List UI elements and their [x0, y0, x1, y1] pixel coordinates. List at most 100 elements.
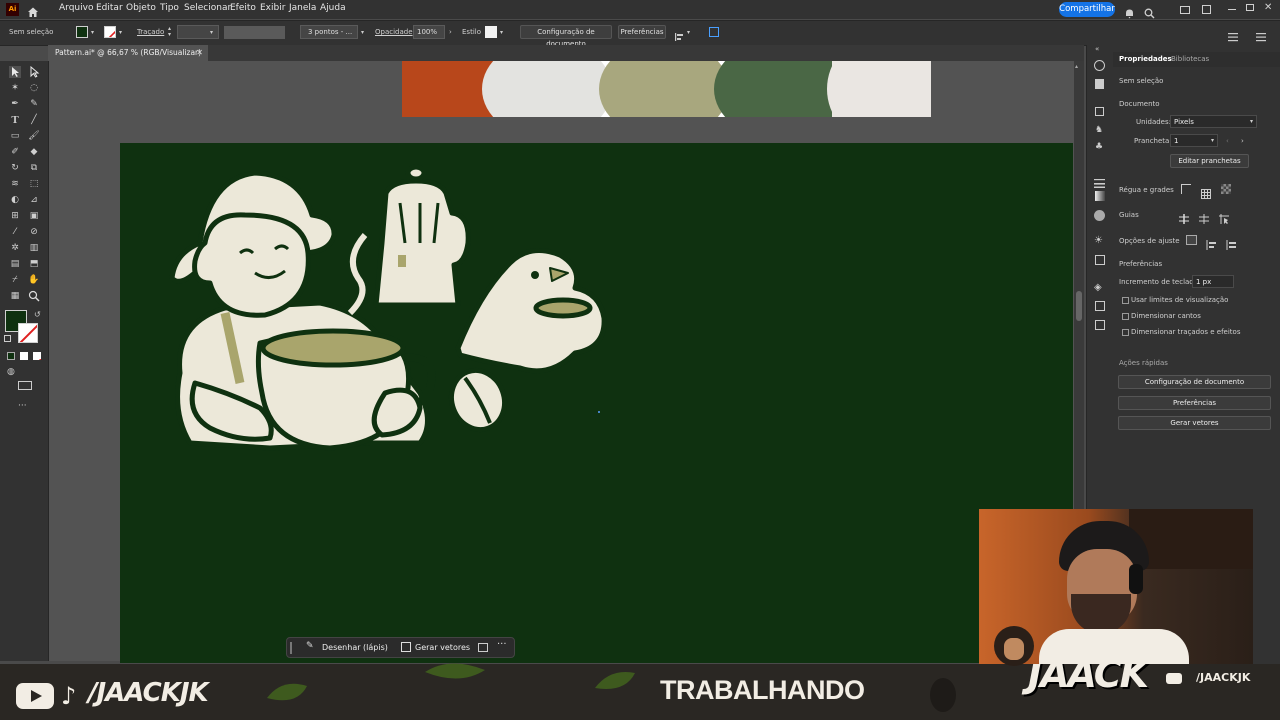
- opacity-label[interactable]: Opacidade: [375, 28, 413, 36]
- scale-corners-checkbox[interactable]: [1122, 313, 1129, 320]
- blend-tool-icon[interactable]: ⊘: [28, 226, 40, 238]
- style-dropdown-icon[interactable]: ▾: [500, 29, 503, 36]
- scale-strokes-effects-checkbox[interactable]: [1122, 329, 1129, 336]
- keyboard-increment-field[interactable]: 1 px: [1192, 275, 1234, 288]
- menu-tipo[interactable]: Tipo: [160, 3, 179, 13]
- gradient-tool-icon[interactable]: ▣: [28, 210, 40, 222]
- color-mode-icon[interactable]: [7, 352, 15, 360]
- eraser-tool-icon[interactable]: ◆: [28, 146, 40, 158]
- lasso-tool-icon[interactable]: ◌: [28, 82, 40, 94]
- artboard-tool-icon[interactable]: ⬒: [28, 258, 40, 270]
- properties-panel-icon[interactable]: [1094, 60, 1105, 71]
- share-button[interactable]: Compartilhar: [1059, 2, 1115, 17]
- quick-generate-vectors-button[interactable]: Gerar vetores: [1118, 416, 1271, 430]
- menu-exibir[interactable]: Exibir: [260, 3, 285, 13]
- quick-document-setup-button[interactable]: Configuração de documento: [1118, 375, 1271, 389]
- screen-mode-icon[interactable]: [18, 381, 32, 390]
- more-tools-icon[interactable]: ···: [18, 401, 27, 411]
- tab-properties[interactable]: Propriedades: [1119, 55, 1172, 63]
- shape-builder-tool-icon[interactable]: ◐: [9, 194, 21, 206]
- style-swatch[interactable]: [485, 26, 497, 38]
- palette-swatch-olive[interactable]: [599, 61, 729, 117]
- opacity-field[interactable]: 100%: [413, 25, 445, 39]
- menu-janela[interactable]: Janela: [289, 3, 316, 13]
- close-icon[interactable]: ✕: [1264, 2, 1274, 14]
- image-icon[interactable]: [478, 643, 488, 652]
- palette-swatch-cream[interactable]: [827, 61, 917, 117]
- stroke-stepper-icon[interactable]: ▴ ▾: [168, 26, 171, 38]
- maximize-icon[interactable]: [1246, 4, 1254, 11]
- brush-field[interactable]: 3 pontos - ...: [300, 25, 358, 39]
- layers-properties-icon[interactable]: [1095, 79, 1104, 89]
- gradient-mode-icon[interactable]: [20, 352, 28, 360]
- paintbrush-tool-icon[interactable]: 🖌: [28, 130, 40, 142]
- rulers-icon[interactable]: [1181, 184, 1191, 194]
- palette-swatch-green[interactable]: [714, 61, 844, 117]
- direct-selection-tool-icon[interactable]: [28, 65, 40, 78]
- menu-selecionar[interactable]: Selecionar: [184, 3, 231, 13]
- appearance-icon[interactable]: ☀: [1094, 235, 1103, 246]
- home-icon[interactable]: [27, 3, 39, 17]
- lock-guides-icon[interactable]: [1199, 209, 1209, 224]
- print-tiling-tool-icon[interactable]: ▦: [9, 290, 21, 302]
- slice-tool-icon[interactable]: ⌿: [9, 274, 21, 286]
- draw-pencil-button[interactable]: Desenhar (lápis): [322, 643, 388, 652]
- rotate-tool-icon[interactable]: ↻: [9, 162, 21, 174]
- none-mode-icon[interactable]: [33, 352, 41, 360]
- rectangle-tool-icon[interactable]: ▭: [9, 130, 21, 142]
- preferences-button[interactable]: Preferências: [618, 25, 666, 39]
- snap-to-glyph-icon[interactable]: [1226, 235, 1237, 250]
- align-dropdown-icon[interactable]: ▾: [687, 29, 690, 36]
- stroke-color-icon[interactable]: [18, 323, 38, 343]
- menu-ajuda[interactable]: Ajuda: [320, 3, 346, 13]
- artboard-select[interactable]: 1 ▾: [1170, 134, 1218, 147]
- color-palette-strip[interactable]: [402, 61, 931, 117]
- graph-tool-icon[interactable]: ▤: [9, 258, 21, 270]
- snap-to-pixel-icon[interactable]: [1206, 235, 1217, 250]
- close-tab-icon[interactable]: ✕: [196, 45, 203, 61]
- app-logo[interactable]: Ai: [6, 3, 19, 16]
- artboards-icon[interactable]: [1095, 320, 1105, 330]
- column-graph-tool-icon[interactable]: ▥: [28, 242, 40, 254]
- quick-preferences-button[interactable]: Preferências: [1118, 396, 1271, 410]
- stroke-panel-icon[interactable]: [1094, 173, 1105, 188]
- next-artboard-icon[interactable]: ›: [1241, 137, 1244, 145]
- menu-efeito[interactable]: Efeito: [230, 3, 256, 13]
- edit-artboards-button[interactable]: Editar pranchetas: [1170, 154, 1249, 168]
- libraries-icon[interactable]: [1095, 107, 1104, 116]
- symbol-sprayer-tool-icon[interactable]: ✲: [9, 242, 21, 254]
- eyedropper-tool-icon[interactable]: ⁄: [9, 226, 21, 238]
- search-icon[interactable]: [1144, 4, 1155, 19]
- opacity-arrow-icon[interactable]: ›: [449, 28, 452, 36]
- layers-icon[interactable]: ◈: [1094, 282, 1102, 293]
- palette-swatch-light-gray[interactable]: [482, 61, 612, 117]
- graphic-styles-icon[interactable]: [1095, 255, 1105, 265]
- export-icon[interactable]: [1095, 301, 1105, 311]
- hand-tool-icon[interactable]: ✋: [28, 274, 40, 286]
- scroll-up-icon[interactable]: ▴: [1075, 63, 1078, 70]
- minimize-icon[interactable]: [1228, 9, 1236, 10]
- fill-swatch[interactable]: [76, 26, 88, 38]
- scale-strokes-checkbox-1[interactable]: [1122, 297, 1129, 304]
- pen-tool-icon[interactable]: ✒: [9, 98, 21, 110]
- transform-icon[interactable]: [709, 27, 719, 37]
- panel-options-icon[interactable]: [1256, 27, 1266, 42]
- more-options-icon[interactable]: ···: [497, 639, 507, 650]
- magic-wand-tool-icon[interactable]: ✶: [9, 82, 21, 94]
- prev-artboard-icon[interactable]: ‹: [1226, 137, 1229, 145]
- zoom-tool-icon[interactable]: [28, 290, 40, 302]
- line-tool-icon[interactable]: ╱: [28, 114, 40, 126]
- stroke-weight-dropdown-icon[interactable]: ▾: [210, 29, 213, 36]
- mesh-tool-icon[interactable]: ⊞: [9, 210, 21, 222]
- selection-tool-icon[interactable]: [9, 66, 21, 78]
- swap-colors-icon[interactable]: ↺: [34, 310, 41, 319]
- curvature-tool-icon[interactable]: ✎: [28, 98, 40, 110]
- scale-tool-icon[interactable]: ⧉: [28, 162, 40, 174]
- align-icon[interactable]: [674, 27, 684, 41]
- symbols-icon[interactable]: ♣: [1095, 142, 1103, 152]
- perspective-grid-tool-icon[interactable]: ⊿: [28, 194, 40, 206]
- brush-dropdown-icon[interactable]: ▾: [361, 29, 364, 36]
- stroke-label[interactable]: Traçado: [137, 28, 164, 36]
- generate-vectors-button[interactable]: Gerar vetores: [415, 643, 470, 652]
- variable-width-field[interactable]: [224, 26, 285, 39]
